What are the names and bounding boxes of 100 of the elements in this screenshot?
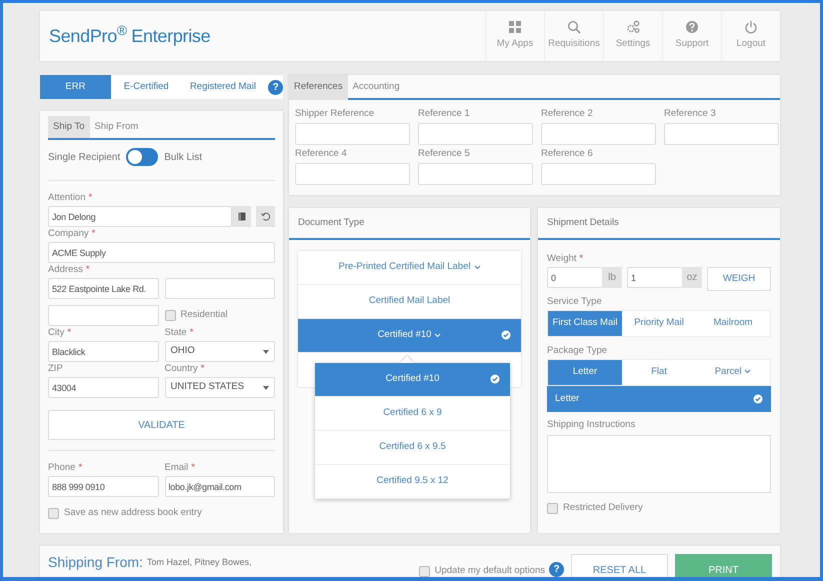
email-field[interactable]: lobo.jk@gmail.com <box>164 476 275 497</box>
required-mark: * <box>191 462 195 473</box>
field-label: City * <box>48 328 72 338</box>
card-title: Document Type <box>289 208 530 240</box>
reference-field[interactable] <box>418 123 533 145</box>
settings-icon <box>626 20 640 34</box>
company-field[interactable]: ACME Supply <box>48 242 275 263</box>
validate-button[interactable]: VALIDATE <box>48 410 275 440</box>
residential-checkbox[interactable] <box>164 310 176 321</box>
reset-button[interactable]: RESET ALL <box>571 554 668 577</box>
menu-item[interactable]: Certified #10 <box>315 363 510 397</box>
dropdown-arrow-icon <box>263 386 269 390</box>
reference-field[interactable] <box>295 123 410 145</box>
checkbox-label: Restricted Delivery <box>563 501 643 515</box>
check-icon <box>753 394 763 404</box>
toggle-label: Bulk List <box>164 150 202 164</box>
references-tab[interactable]: References <box>289 75 348 100</box>
app-logo: SendPro$^{®}$ Enterprise <box>48 22 212 48</box>
mail-type-tab[interactable]: ERR <box>40 75 111 99</box>
service-option[interactable]: First Class Mail <box>548 311 622 336</box>
print-button[interactable]: PRINT <box>675 554 772 577</box>
address-book-button[interactable] <box>232 206 251 227</box>
document-option[interactable]: Certified Mail Label <box>298 285 521 319</box>
reference-field[interactable] <box>664 123 779 145</box>
nav-button[interactable]: Logout <box>721 11 780 61</box>
field-label: Package Type <box>547 346 608 356</box>
unit-label: oz <box>682 267 702 288</box>
check-icon <box>501 330 511 340</box>
help-icon[interactable]: ? <box>268 80 283 94</box>
package-tab[interactable]: Letter <box>548 360 622 385</box>
field-label: Reference 5 <box>418 149 471 159</box>
checkbox-label: Save as new address book entry <box>64 506 202 520</box>
menu-item[interactable]: Certified 9.5 x 12 <box>315 465 510 499</box>
save-entry-checkbox[interactable] <box>48 508 59 519</box>
attention-field[interactable]: Jon Delong <box>48 206 232 227</box>
field-label: Country * <box>164 364 206 374</box>
checkbox-label: Residential <box>180 308 228 322</box>
field-label: Attention * <box>48 193 94 203</box>
country-select[interactable]: UNITED STATES <box>164 377 275 398</box>
required-mark: * <box>78 462 82 473</box>
field-label: Shipper Reference <box>295 109 376 119</box>
required-mark: * <box>579 253 584 264</box>
ship-tab[interactable]: Ship From <box>90 116 144 138</box>
state-select[interactable]: OHIO <box>164 341 275 362</box>
zip-field[interactable]: 43004 <box>48 377 158 398</box>
city-field[interactable]: Blacklick <box>48 341 158 362</box>
recipient-toggle[interactable] <box>126 148 158 166</box>
address-field[interactable]: 522 Eastpointe Lake Rd. <box>48 278 158 299</box>
field-label: State * <box>164 328 194 338</box>
field-label: Reference 4 <box>295 149 348 159</box>
references-tab[interactable]: Accounting <box>348 75 405 100</box>
undo-button[interactable] <box>256 206 275 227</box>
required-mark: * <box>67 327 72 338</box>
field-label: Address * <box>48 265 91 275</box>
nav-button[interactable]: Support <box>662 11 721 61</box>
field-label: Phone * <box>48 463 84 473</box>
address-field[interactable] <box>164 278 275 299</box>
toggle-label: Single Recipient <box>48 150 120 164</box>
field-label: Weight * <box>547 254 584 264</box>
update-defaults-checkbox[interactable] <box>418 566 430 577</box>
document-option[interactable]: Certified #10 <box>298 319 521 353</box>
reference-field[interactable] <box>295 163 410 185</box>
weigh-button[interactable]: WEIGH <box>707 267 771 291</box>
ship-tab[interactable]: Ship To <box>48 116 90 138</box>
field-label: Email * <box>164 463 196 473</box>
undo-icon <box>261 212 270 221</box>
pounds-field[interactable]: 0 <box>547 267 602 288</box>
field-label: ZIP <box>48 364 64 374</box>
reference-field[interactable] <box>418 163 533 185</box>
required-mark: * <box>92 228 96 239</box>
reference-field[interactable] <box>541 123 656 145</box>
address-field[interactable] <box>48 305 158 326</box>
reference-field[interactable] <box>541 163 656 185</box>
search-icon <box>567 20 581 34</box>
nav-button[interactable]: Requisitions <box>544 11 603 61</box>
phone-field[interactable]: 888 999 0910 <box>48 476 158 497</box>
apps-grid-icon <box>508 20 522 34</box>
document-option[interactable]: Pre-Printed Certified Mail Label <box>298 251 521 285</box>
menu-item[interactable]: Certified 6 x 9 <box>315 397 510 431</box>
restricted-checkbox[interactable] <box>547 502 558 514</box>
help-icon[interactable]: ? <box>549 562 564 577</box>
ounces-field[interactable]: 1 <box>627 267 682 288</box>
shipping-from-label: Shipping From: <box>48 554 143 570</box>
required-mark: * <box>86 264 90 275</box>
field-label: Reference 1 <box>418 109 471 119</box>
nav-button[interactable]: Settings <box>603 11 662 61</box>
field-label: Company * <box>48 229 96 239</box>
dropdown-arrow-icon <box>263 350 269 354</box>
package-selection: Letter <box>555 392 580 406</box>
field-label: Reference 3 <box>664 109 717 119</box>
required-mark: * <box>200 363 204 374</box>
shipping-from-text: Tom Hazel, Pitney Bowes, <box>146 556 252 569</box>
required-mark: * <box>88 192 92 203</box>
field-label: Reference 2 <box>541 109 594 119</box>
nav-button[interactable]: My Apps <box>485 11 544 61</box>
menu-item[interactable]: Certified 6 x 9.5 <box>315 431 510 465</box>
field-label: Reference 6 <box>541 149 594 159</box>
card-title: Shipment Details <box>538 208 780 240</box>
instructions-field[interactable] <box>547 435 771 493</box>
required-mark: * <box>190 327 194 338</box>
